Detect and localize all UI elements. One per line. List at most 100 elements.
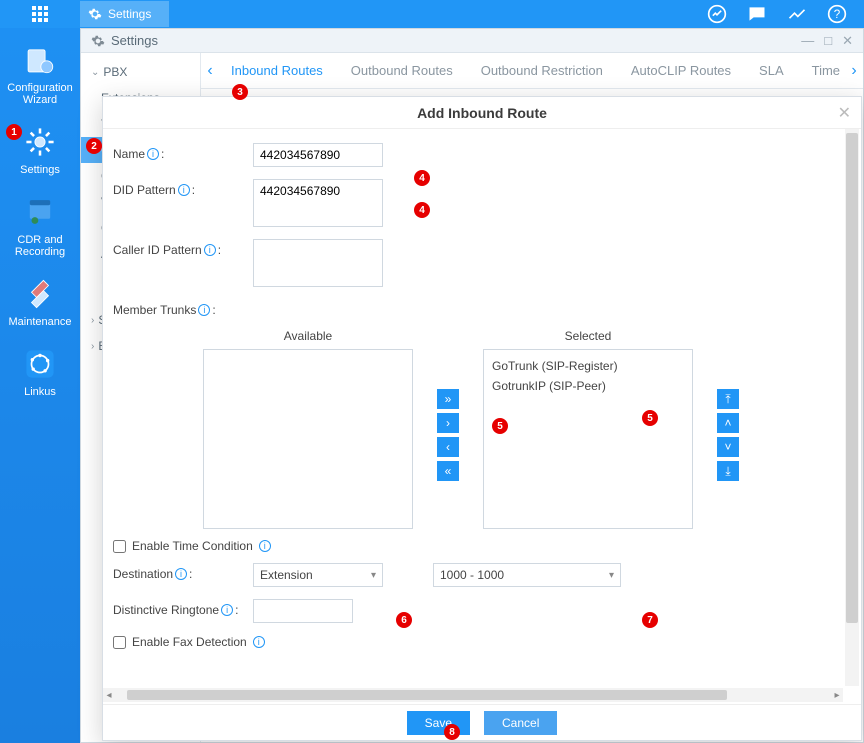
selected-trunks-list[interactable]: GoTrunk (SIP-Register) GotrunkIP (SIP-Pe… <box>483 349 693 529</box>
cancel-button[interactable]: Cancel <box>484 711 557 735</box>
tab-inbound-routes[interactable]: Inbound Routes <box>231 63 323 78</box>
move-all-right-button[interactable]: » <box>437 389 459 409</box>
tabs-scroll-right[interactable]: › <box>845 53 863 89</box>
info-icon[interactable]: i <box>259 540 271 552</box>
member-trunks-picker: Available » › ‹ « Selected GoTrunk (SIP-… <box>203 329 833 529</box>
enable-fax-label: Enable Fax Detection <box>132 635 247 649</box>
rail-label: Linkus <box>24 386 56 398</box>
did-pattern-input[interactable] <box>253 179 383 227</box>
select-value: 1000 - 1000 <box>440 568 504 582</box>
chat-icon <box>747 4 767 24</box>
left-rail: Configuration Wizard Settings CDR and Re… <box>0 28 80 743</box>
horizontal-scrollbar[interactable]: ◂ ▸ <box>103 688 843 702</box>
top-bar: Settings ? <box>0 0 864 28</box>
rail-item-cdr[interactable]: CDR and Recording <box>5 194 75 258</box>
selected-header: Selected <box>483 329 693 343</box>
rail-item-config-wizard[interactable]: Configuration Wizard <box>5 42 75 106</box>
modal-header: Add Inbound Route ✕ <box>103 97 861 129</box>
info-icon[interactable]: i <box>147 148 159 160</box>
info-icon[interactable]: i <box>175 568 187 580</box>
add-inbound-route-modal: Add Inbound Route ✕ Namei: DID Patterni:… <box>102 96 862 741</box>
window-tab-label: Settings <box>108 7 151 21</box>
name-input[interactable] <box>253 143 383 167</box>
list-item[interactable]: GoTrunk (SIP-Register) <box>490 356 686 376</box>
tab-time[interactable]: Time <box>812 63 840 78</box>
save-button[interactable]: Save <box>407 711 470 735</box>
gear-icon <box>91 34 105 48</box>
config-wizard-icon <box>22 42 58 78</box>
move-left-button[interactable]: ‹ <box>437 437 459 457</box>
caret-down-icon: ▾ <box>371 570 376 581</box>
info-icon[interactable]: i <box>198 304 210 316</box>
reports-button[interactable] <box>786 3 808 25</box>
help-icon: ? <box>827 4 847 24</box>
destination-ext-select[interactable]: 1000 - 1000▾ <box>433 563 621 587</box>
enable-fax-checkbox[interactable] <box>113 636 126 649</box>
tab-outbound-restriction[interactable]: Outbound Restriction <box>481 63 603 78</box>
apps-grid-icon <box>32 6 48 22</box>
destination-label: Destination <box>113 567 173 581</box>
rail-item-settings[interactable]: Settings <box>5 124 75 176</box>
cdr-icon <box>22 194 58 230</box>
move-buttons: » › ‹ « <box>437 389 459 481</box>
rail-label: Settings <box>20 164 60 176</box>
move-all-left-button[interactable]: « <box>437 461 459 481</box>
nav-group-pbx[interactable]: ⌄ PBX <box>81 59 200 85</box>
distinctive-ringtone-input[interactable] <box>253 599 353 623</box>
nav-label: PBX <box>103 65 127 79</box>
chevron-down-icon: ⌄ <box>91 67 99 78</box>
info-icon[interactable]: i <box>204 244 216 256</box>
destination-type-select[interactable]: Extension ▾ <box>253 563 383 587</box>
select-value: Extension <box>260 568 313 582</box>
modal-content: Namei: DID Patterni: Caller ID Patterni:… <box>103 129 843 686</box>
tab-autoclip-routes[interactable]: AutoCLIP Routes <box>631 63 731 78</box>
help-button[interactable]: ? <box>826 3 848 25</box>
vertical-scrollbar[interactable] <box>845 129 859 686</box>
tab-outbound-routes[interactable]: Outbound Routes <box>351 63 453 78</box>
wrench-icon <box>22 276 58 312</box>
caller-id-label: Caller ID Pattern <box>113 243 202 257</box>
chevron-right-icon: › <box>91 315 94 326</box>
scroll-right-arrow[interactable]: ▸ <box>831 690 843 701</box>
close-window-button[interactable]: ✕ <box>842 33 853 49</box>
enable-time-label: Enable Time Condition <box>132 539 253 553</box>
rail-label: Maintenance <box>9 316 72 328</box>
window-tab-settings[interactable]: Settings <box>80 1 169 27</box>
scroll-left-arrow[interactable]: ◂ <box>103 690 115 701</box>
apps-menu-button[interactable] <box>0 0 80 28</box>
scrollbar-thumb[interactable] <box>127 690 727 700</box>
move-top-button[interactable]: ⤒ <box>717 389 739 409</box>
modal-title: Add Inbound Route <box>417 105 547 121</box>
caller-id-input[interactable] <box>253 239 383 287</box>
tabs-scroll-left[interactable]: ‹ <box>201 53 219 89</box>
info-icon[interactable]: i <box>221 604 233 616</box>
modal-close-button[interactable]: ✕ <box>838 103 851 123</box>
info-icon[interactable]: i <box>178 184 190 196</box>
tab-sla[interactable]: SLA <box>759 63 784 78</box>
rail-item-linkus[interactable]: Linkus <box>5 346 75 398</box>
minimize-button[interactable]: — <box>801 33 814 49</box>
distinctive-label: Distinctive Ringtone <box>113 603 219 617</box>
feedback-icon <box>707 4 727 24</box>
rail-item-maintenance[interactable]: Maintenance <box>5 276 75 328</box>
window-header: Settings — □ ✕ <box>81 29 863 53</box>
info-icon[interactable]: i <box>253 636 265 648</box>
scrollbar-thumb[interactable] <box>846 133 858 623</box>
move-bottom-button[interactable]: ⤓ <box>717 461 739 481</box>
chat-button[interactable] <box>746 3 768 25</box>
name-label: Name <box>113 147 145 161</box>
move-down-button[interactable]: ˅ <box>717 437 739 457</box>
gear-icon <box>88 7 102 21</box>
feedback-button[interactable] <box>706 3 728 25</box>
svg-text:?: ? <box>834 8 841 21</box>
move-up-button[interactable]: ˄ <box>717 413 739 433</box>
did-label: DID Pattern <box>113 183 176 197</box>
rail-label: CDR and Recording <box>5 234 75 258</box>
rail-label: Configuration Wizard <box>5 82 75 106</box>
maximize-button[interactable]: □ <box>824 33 832 49</box>
available-trunks-list[interactable] <box>203 349 413 529</box>
enable-time-checkbox[interactable] <box>113 540 126 553</box>
list-item[interactable]: GotrunkIP (SIP-Peer) <box>490 376 686 396</box>
window-title: Settings <box>111 33 158 48</box>
move-right-button[interactable]: › <box>437 413 459 433</box>
